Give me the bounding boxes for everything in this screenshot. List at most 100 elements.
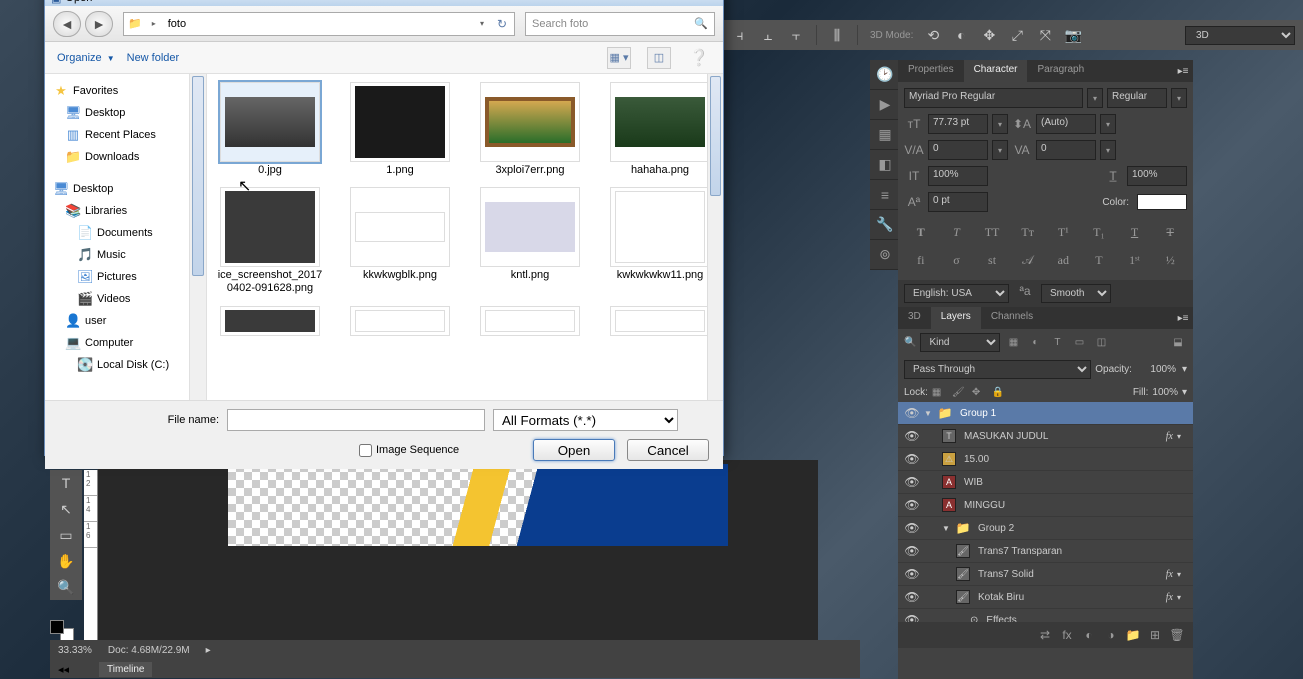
strike-button[interactable]: T	[1159, 222, 1181, 242]
file-item-partial4[interactable]	[605, 306, 715, 336]
opacity-dd-icon[interactable]: ▾	[1182, 364, 1187, 375]
lock-all-icon[interactable]: 🔒	[992, 387, 1008, 398]
file-item-partial2[interactable]	[345, 306, 455, 336]
layer-minggu[interactable]: 👁 A MINGGU	[898, 494, 1193, 517]
3d-rotate-icon[interactable]: ⟲	[921, 23, 945, 47]
filter-pixel-icon[interactable]: ▦	[1004, 334, 1022, 352]
hand-tool[interactable]: ✋	[50, 548, 82, 574]
3d-slide-icon[interactable]: ⤢	[1005, 23, 1029, 47]
file-item-kntl[interactable]: kntl.png	[475, 187, 585, 295]
smallcaps-button[interactable]: Tᴛ	[1017, 222, 1039, 242]
tree-desktop2[interactable]: 🖥Desktop	[45, 178, 189, 200]
fill-dd-icon[interactable]: ▾	[1182, 387, 1187, 398]
history-panel-icon[interactable]: 🕑	[870, 60, 900, 90]
bold-button[interactable]: T	[910, 222, 932, 242]
tree-pictures[interactable]: 🖼Pictures	[45, 266, 189, 288]
font-size-input[interactable]: 77.73 pt	[928, 114, 988, 134]
ordinals-button[interactable]: 1ˢᵗ	[1124, 250, 1146, 270]
tree-computer[interactable]: 💻Computer	[45, 332, 189, 354]
path-select-tool[interactable]: ↖	[50, 496, 82, 522]
image-sequence-checkbox[interactable]: Image Sequence	[359, 444, 459, 457]
tab-properties[interactable]: Properties	[898, 60, 964, 82]
kern-dd-icon[interactable]: ▾	[992, 140, 1008, 160]
file-item-hahaha[interactable]: hahaha.png	[605, 82, 715, 177]
chevron-down-icon[interactable]: ▾	[480, 19, 484, 28]
visibility-icon[interactable]: 👁	[904, 590, 920, 604]
filter-kind-select[interactable]: Kind	[920, 333, 1000, 352]
vscale-input[interactable]: 100%	[928, 166, 988, 186]
ligatures-button[interactable]: fi	[910, 250, 932, 270]
tree-documents[interactable]: 📄Documents	[45, 222, 189, 244]
help-icon[interactable]: ❔	[687, 47, 711, 69]
subscript-button[interactable]: T₁	[1088, 222, 1110, 242]
filter-adjust-icon[interactable]: ◐	[1026, 334, 1044, 352]
file-item-1png[interactable]: 1.png	[345, 82, 455, 177]
tree-downloads[interactable]: 📁Downloads	[45, 146, 189, 168]
new-group-icon[interactable]: 📁	[1123, 626, 1143, 644]
new-folder-button[interactable]: New folder	[127, 52, 180, 64]
blend-mode-select[interactable]: Pass Through	[904, 360, 1091, 379]
layer-1500[interactable]: 👁 ⚠ 15.00	[898, 448, 1193, 471]
italic-button[interactable]: T	[945, 222, 967, 242]
discretionary-button[interactable]: st	[981, 250, 1003, 270]
file-item-0jpg[interactable]: 0.jpg	[215, 82, 325, 177]
fill-value[interactable]: 100%	[1152, 387, 1178, 398]
tree-recent[interactable]: ▥Recent Places	[45, 124, 189, 146]
preview-pane-button[interactable]: ◫	[647, 47, 671, 69]
chevron-down-icon[interactable]: ▼	[942, 524, 952, 533]
zoom-tool[interactable]: 🔍	[50, 574, 82, 600]
align-left-icon[interactable]: ⫞	[728, 23, 752, 47]
distribute-icon[interactable]: ⫼	[825, 23, 849, 47]
search-input[interactable]: Search foto 🔍	[525, 12, 715, 36]
tab-3d[interactable]: 3D	[898, 307, 931, 329]
type-tool[interactable]: T	[50, 470, 82, 496]
visibility-icon[interactable]: 👁	[904, 544, 920, 558]
lock-transparent-icon[interactable]: ▦	[932, 387, 948, 398]
baseline-input[interactable]: 0 pt	[928, 192, 988, 212]
3d-roll-icon[interactable]: ◐	[949, 23, 973, 47]
fx-badge[interactable]: fx	[1166, 569, 1173, 580]
tab-layers[interactable]: Layers	[931, 307, 981, 329]
file-item-partial1[interactable]	[215, 306, 325, 336]
status-arrow-icon[interactable]: ▸	[206, 645, 211, 656]
adjustment-layer-icon[interactable]: ◑	[1101, 626, 1121, 644]
opacity-value[interactable]: 100%	[1136, 364, 1178, 375]
tab-timeline[interactable]: Timeline	[99, 662, 152, 677]
fx-badge[interactable]: fx	[1166, 592, 1173, 603]
allcaps-button[interactable]: TT	[981, 222, 1003, 242]
shape-tool[interactable]: ▭	[50, 522, 82, 548]
file-name-input[interactable]	[227, 409, 485, 431]
layer-kotak-biru[interactable]: 👁 🖌 Kotak Biru fx▾	[898, 586, 1193, 609]
nav-forward-button[interactable]: ►	[85, 11, 113, 37]
view-mode-button[interactable]: ▦ ▾	[607, 47, 631, 69]
lock-image-icon[interactable]: 🖌	[952, 387, 968, 398]
render-mode-dropdown[interactable]: 3D	[1185, 26, 1295, 45]
layer-wib[interactable]: 👁 A WIB	[898, 471, 1193, 494]
address-bar[interactable]: 📁 ▸ foto ▾ ↻	[123, 12, 515, 36]
stylistic-button[interactable]: ad	[1052, 250, 1074, 270]
link-layers-icon[interactable]: ⇄	[1035, 626, 1055, 644]
visibility-icon[interactable]: 👁	[904, 452, 920, 466]
antialiasing-select[interactable]: Smooth	[1041, 284, 1111, 303]
filter-toggle-icon[interactable]: ⬓	[1169, 334, 1187, 352]
fractions-button[interactable]: ½	[1159, 250, 1181, 270]
foreground-color[interactable]	[50, 620, 64, 634]
contextual-button[interactable]: σ	[945, 250, 967, 270]
language-select[interactable]: English: USA	[904, 284, 1009, 303]
leading-dd-icon[interactable]: ▾	[1100, 114, 1116, 134]
visibility-icon[interactable]: 👁	[904, 521, 920, 535]
tracking-input[interactable]: 0	[1036, 140, 1096, 160]
visibility-icon[interactable]: 👁	[904, 613, 920, 622]
visibility-icon[interactable]: 👁	[904, 567, 920, 581]
tree-local-disk[interactable]: 💽Local Disk (C:)	[45, 354, 189, 376]
kerning-input[interactable]: 0	[928, 140, 988, 160]
layer-effects[interactable]: 👁 ⊙ Effects	[898, 609, 1193, 622]
tab-character[interactable]: Character	[964, 60, 1028, 82]
align-center-icon[interactable]: ⫠	[756, 23, 780, 47]
leading-input[interactable]: (Auto)	[1036, 114, 1096, 134]
format-filter-select[interactable]: All Formats (*.*)	[493, 409, 678, 431]
layers-menu-icon[interactable]: ▸≡	[1173, 307, 1193, 329]
align-right-icon[interactable]: ⫟	[784, 23, 808, 47]
tree-music[interactable]: 🎵Music	[45, 244, 189, 266]
actions-panel-icon[interactable]: ▶	[870, 90, 900, 120]
